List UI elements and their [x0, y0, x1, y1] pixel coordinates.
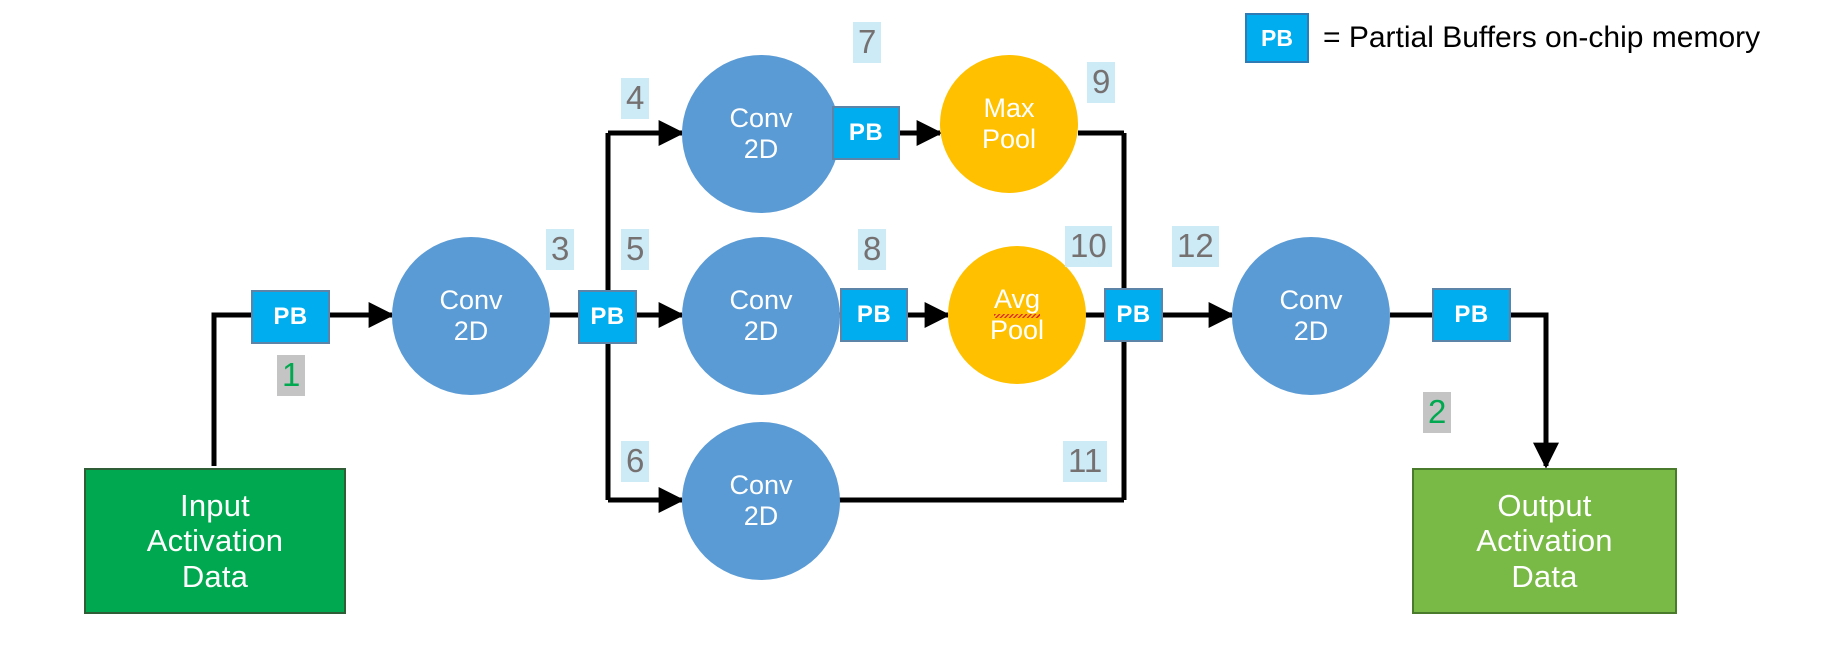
edge-label-7: 7 — [853, 22, 882, 63]
pb-top-buffer[interactable]: PB — [832, 106, 900, 160]
edge-label-3: 3 — [546, 229, 575, 270]
output-activation-data-box[interactable]: Output Activation Data — [1412, 468, 1677, 614]
avg-pool-label-line1: Avg — [993, 283, 1041, 319]
input-activation-data-label: Input Activation Data — [146, 487, 284, 594]
pb-mid-buffer[interactable]: PB — [840, 288, 908, 342]
conv2d-stem-node[interactable]: Conv 2D — [392, 237, 550, 395]
max-pool-label-line2: Pool — [981, 124, 1037, 154]
pb-input-buffer[interactable]: PB — [251, 290, 330, 344]
pb-split-buffer[interactable]: PB — [578, 290, 637, 344]
conv2d-mid-branch-node[interactable]: Conv 2D — [682, 237, 840, 395]
legend: PB = Partial Buffers on-chip memory — [1245, 13, 1760, 63]
pb-mid-buffer-label: PB — [856, 301, 892, 329]
pb-split-buffer-label: PB — [590, 303, 625, 331]
max-pool-node[interactable]: Max Pool — [940, 55, 1078, 193]
legend-description: = Partial Buffers on-chip memory — [1323, 21, 1761, 54]
edge-input-to-pb-in — [211, 312, 251, 466]
edge-label-6: 6 — [621, 441, 650, 482]
edge-label-4: 4 — [621, 78, 650, 119]
avg-pool-label-line2: Pool — [989, 315, 1045, 345]
edge-label-11: 11 — [1063, 441, 1108, 482]
pb-top-buffer-label: PB — [848, 119, 884, 147]
diagram-canvas: Input Activation Data PB Conv 2D PB Conv… — [0, 0, 1831, 669]
conv2d-top-branch-node[interactable]: Conv 2D — [682, 55, 840, 213]
legend-pb-swatch-icon: PB — [1245, 13, 1309, 63]
conv2d-bottom-branch-node[interactable]: Conv 2D — [682, 422, 840, 580]
edge-label-5: 5 — [621, 229, 650, 270]
pb-output-buffer-label: PB — [1454, 301, 1489, 329]
edge-label-8: 8 — [858, 229, 887, 270]
conv2d-stem-label: Conv 2D — [439, 284, 503, 346]
pb-input-buffer-label: PB — [273, 303, 308, 331]
edge-label-9: 9 — [1087, 62, 1116, 103]
pb-output-buffer[interactable]: PB — [1432, 288, 1511, 342]
conv2d-output-node[interactable]: Conv 2D — [1232, 237, 1390, 395]
pb-merge-buffer[interactable]: PB — [1104, 288, 1163, 342]
conv2d-output-label: Conv 2D — [1279, 284, 1343, 346]
edge-pb-out-to-output — [1511, 312, 1559, 469]
max-pool-label-line1: Max — [983, 92, 1035, 123]
output-activation-data-label: Output Activation Data — [1476, 487, 1613, 594]
pb-merge-buffer-label: PB — [1116, 301, 1151, 329]
edge-label-10: 10 — [1065, 226, 1112, 267]
conv2d-bottom-branch-label: Conv 2D — [729, 469, 793, 531]
conv2d-top-branch-label: Conv 2D — [729, 102, 793, 164]
conv2d-mid-branch-label: Conv 2D — [729, 284, 793, 346]
input-activation-data-box[interactable]: Input Activation Data — [84, 468, 346, 614]
legend-pb-swatch-label: PB — [1261, 24, 1293, 51]
edge-label-2: 2 — [1423, 392, 1452, 433]
edge-label-1: 1 — [277, 355, 306, 396]
edge-label-12: 12 — [1172, 226, 1219, 267]
